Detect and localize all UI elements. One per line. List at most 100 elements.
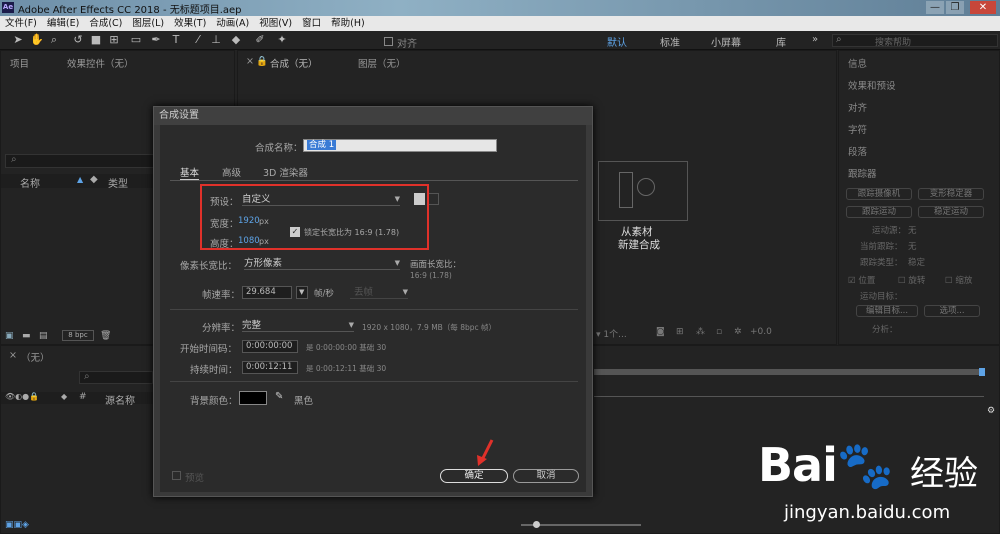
maximize-button[interactable]: ❐: [946, 1, 964, 14]
exposure-icon[interactable]: ✲: [734, 327, 742, 337]
bpc-indicator[interactable]: 8 bpc: [62, 330, 94, 341]
menu-file[interactable]: 文件(F): [0, 16, 42, 31]
timeline-search-input[interactable]: ⌕: [79, 371, 153, 384]
edit-target-button[interactable]: 编辑目标...: [856, 305, 918, 317]
slider-thumb[interactable]: [533, 521, 540, 528]
timeline-zoom-bar[interactable]: [594, 369, 984, 375]
roto-brush-tool-icon[interactable]: ✐: [254, 34, 266, 46]
close-tab-icon[interactable]: ×: [246, 56, 254, 67]
puppet-tool-icon[interactable]: ✦: [276, 34, 288, 46]
current-track-dropdown[interactable]: 无: [908, 240, 917, 252]
comp-name-input[interactable]: 合成 1: [303, 139, 497, 152]
options-button[interactable]: 选项...: [924, 305, 980, 317]
timeline-tab[interactable]: （无）: [21, 350, 50, 364]
cancel-button[interactable]: 取消: [513, 469, 579, 483]
position-checkbox[interactable]: ☑ 位置: [848, 274, 875, 286]
frame-rate-input[interactable]: 29.684: [242, 286, 292, 299]
label-icon[interactable]: ◆: [61, 392, 67, 401]
track-camera-button[interactable]: 跟踪摄像机: [846, 188, 912, 200]
menu-edit[interactable]: 编辑(E): [42, 16, 84, 31]
trash-icon[interactable]: 🗑: [100, 331, 111, 341]
workspace-more-icon[interactable]: »: [812, 34, 818, 45]
grid-icon[interactable]: ⁂: [696, 327, 705, 337]
ok-button[interactable]: 确定: [440, 469, 508, 483]
warp-stabilizer-button[interactable]: 变形稳定器: [918, 188, 984, 200]
workspace-small-screen[interactable]: 小屏幕: [711, 34, 741, 49]
track-type-dropdown[interactable]: 稳定: [908, 256, 925, 268]
pixel-aspect-dropdown[interactable]: 方形像素 ▼: [244, 257, 400, 270]
label-tag-icon[interactable]: ◆: [90, 174, 98, 185]
camera-tool-icon[interactable]: ■: [90, 34, 102, 46]
pen-tool-icon[interactable]: ✒: [150, 34, 162, 46]
start-timecode-input[interactable]: 0:00:00:00: [242, 340, 298, 353]
workspace-library[interactable]: 库: [776, 34, 786, 49]
menu-help[interactable]: 帮助(H): [326, 16, 370, 31]
tab-composition[interactable]: 合成（无）: [270, 56, 318, 70]
timeline-zoom-slider[interactable]: [521, 521, 641, 529]
drop-frame-dropdown[interactable]: 丢帧 ▼: [350, 286, 408, 299]
rotate-tool-icon[interactable]: ↺: [72, 34, 84, 46]
zoom-tool-icon[interactable]: ⌕: [48, 34, 60, 46]
tab-advanced[interactable]: 高级: [222, 165, 241, 179]
resolution-dropdown[interactable]: 完整 ▼: [242, 319, 354, 332]
frame-rate-dropdown-icon[interactable]: ▼: [296, 286, 308, 299]
tab-basic[interactable]: 基本: [180, 165, 200, 180]
av-features-icon[interactable]: 👁◐●🔒: [5, 392, 39, 401]
brush-tool-icon[interactable]: ⁄: [192, 34, 204, 46]
tab-effect-controls[interactable]: 效果控件（无）: [67, 56, 134, 70]
close-timeline-icon[interactable]: ×: [9, 350, 17, 361]
column-type[interactable]: 类型: [108, 175, 128, 190]
help-search-box[interactable]: ⌕ 搜索帮助: [832, 34, 998, 48]
hand-tool-icon[interactable]: ✋: [30, 34, 44, 46]
workspace-default[interactable]: 默认: [607, 34, 627, 49]
rectangle-tool-icon[interactable]: ▭: [130, 34, 142, 46]
menu-view[interactable]: 视图(V): [254, 16, 297, 31]
menu-animation[interactable]: 动画(A): [211, 16, 254, 31]
region-of-interest-icon[interactable]: ▫: [716, 327, 722, 337]
panel-tracker[interactable]: 跟踪器: [848, 166, 877, 180]
menu-effect[interactable]: 效果(T): [169, 16, 211, 31]
bg-color-swatch[interactable]: [239, 391, 267, 405]
workspace-standard[interactable]: 标准: [660, 34, 680, 49]
scale-checkbox[interactable]: ☐ 缩放: [945, 274, 972, 286]
menu-window[interactable]: 窗口: [297, 16, 326, 31]
timeline-footer-icons[interactable]: ▣▣◈: [5, 520, 29, 530]
panel-info[interactable]: 信息: [848, 56, 867, 70]
selection-tool-icon[interactable]: ➤: [12, 34, 24, 46]
eyedropper-icon[interactable]: ✎: [275, 391, 283, 402]
menu-layer[interactable]: 图层(L): [127, 16, 169, 31]
exposure-value[interactable]: +0.0: [750, 327, 772, 337]
magnification-dropdown[interactable]: ▾ 1个...: [596, 327, 627, 340]
lock-icon[interactable]: 🔒: [256, 56, 268, 67]
panel-effects-presets[interactable]: 效果和预设: [848, 78, 896, 92]
minimize-button[interactable]: —: [926, 1, 944, 14]
delete-preset-icon[interactable]: [428, 193, 439, 205]
panel-align[interactable]: 对齐: [848, 100, 867, 114]
work-area-end-handle[interactable]: [979, 368, 985, 376]
menu-composition[interactable]: 合成(C): [84, 16, 127, 31]
stabilize-motion-button[interactable]: 稳定运动: [918, 206, 984, 218]
track-motion-button[interactable]: 跟踪运动: [846, 206, 912, 218]
new-folder-icon[interactable]: ▬: [22, 331, 31, 341]
close-button[interactable]: ✕: [970, 1, 996, 14]
new-comp-from-footage-icon[interactable]: [598, 161, 688, 221]
motion-source-dropdown[interactable]: 无: [908, 224, 917, 236]
preview-checkbox[interactable]: [172, 471, 181, 480]
source-name-column[interactable]: 源名称: [105, 392, 135, 407]
comp-button-icon[interactable]: ⚙: [987, 406, 995, 416]
panel-character[interactable]: 字符: [848, 122, 867, 136]
sort-ascending-icon[interactable]: ▲: [77, 175, 83, 184]
clone-stamp-tool-icon[interactable]: ⊥: [210, 34, 222, 46]
eraser-tool-icon[interactable]: ◆: [230, 34, 242, 46]
show-channel-icon[interactable]: ⊞: [676, 327, 684, 337]
align-checkbox[interactable]: [384, 37, 393, 46]
duration-input[interactable]: 0:00:12:11: [242, 361, 298, 374]
snapshot-icon[interactable]: ◙: [656, 327, 665, 337]
type-tool-icon[interactable]: T: [170, 34, 182, 46]
rotation-checkbox[interactable]: ☐ 旋转: [898, 274, 925, 286]
tab-layer[interactable]: 图层（无）: [358, 56, 406, 70]
column-name[interactable]: 名称: [20, 175, 40, 190]
interpret-footage-icon[interactable]: ▣: [5, 331, 14, 341]
tab-3d-renderer[interactable]: 3D 渲染器: [263, 165, 308, 179]
panel-paragraph[interactable]: 段落: [848, 144, 867, 158]
